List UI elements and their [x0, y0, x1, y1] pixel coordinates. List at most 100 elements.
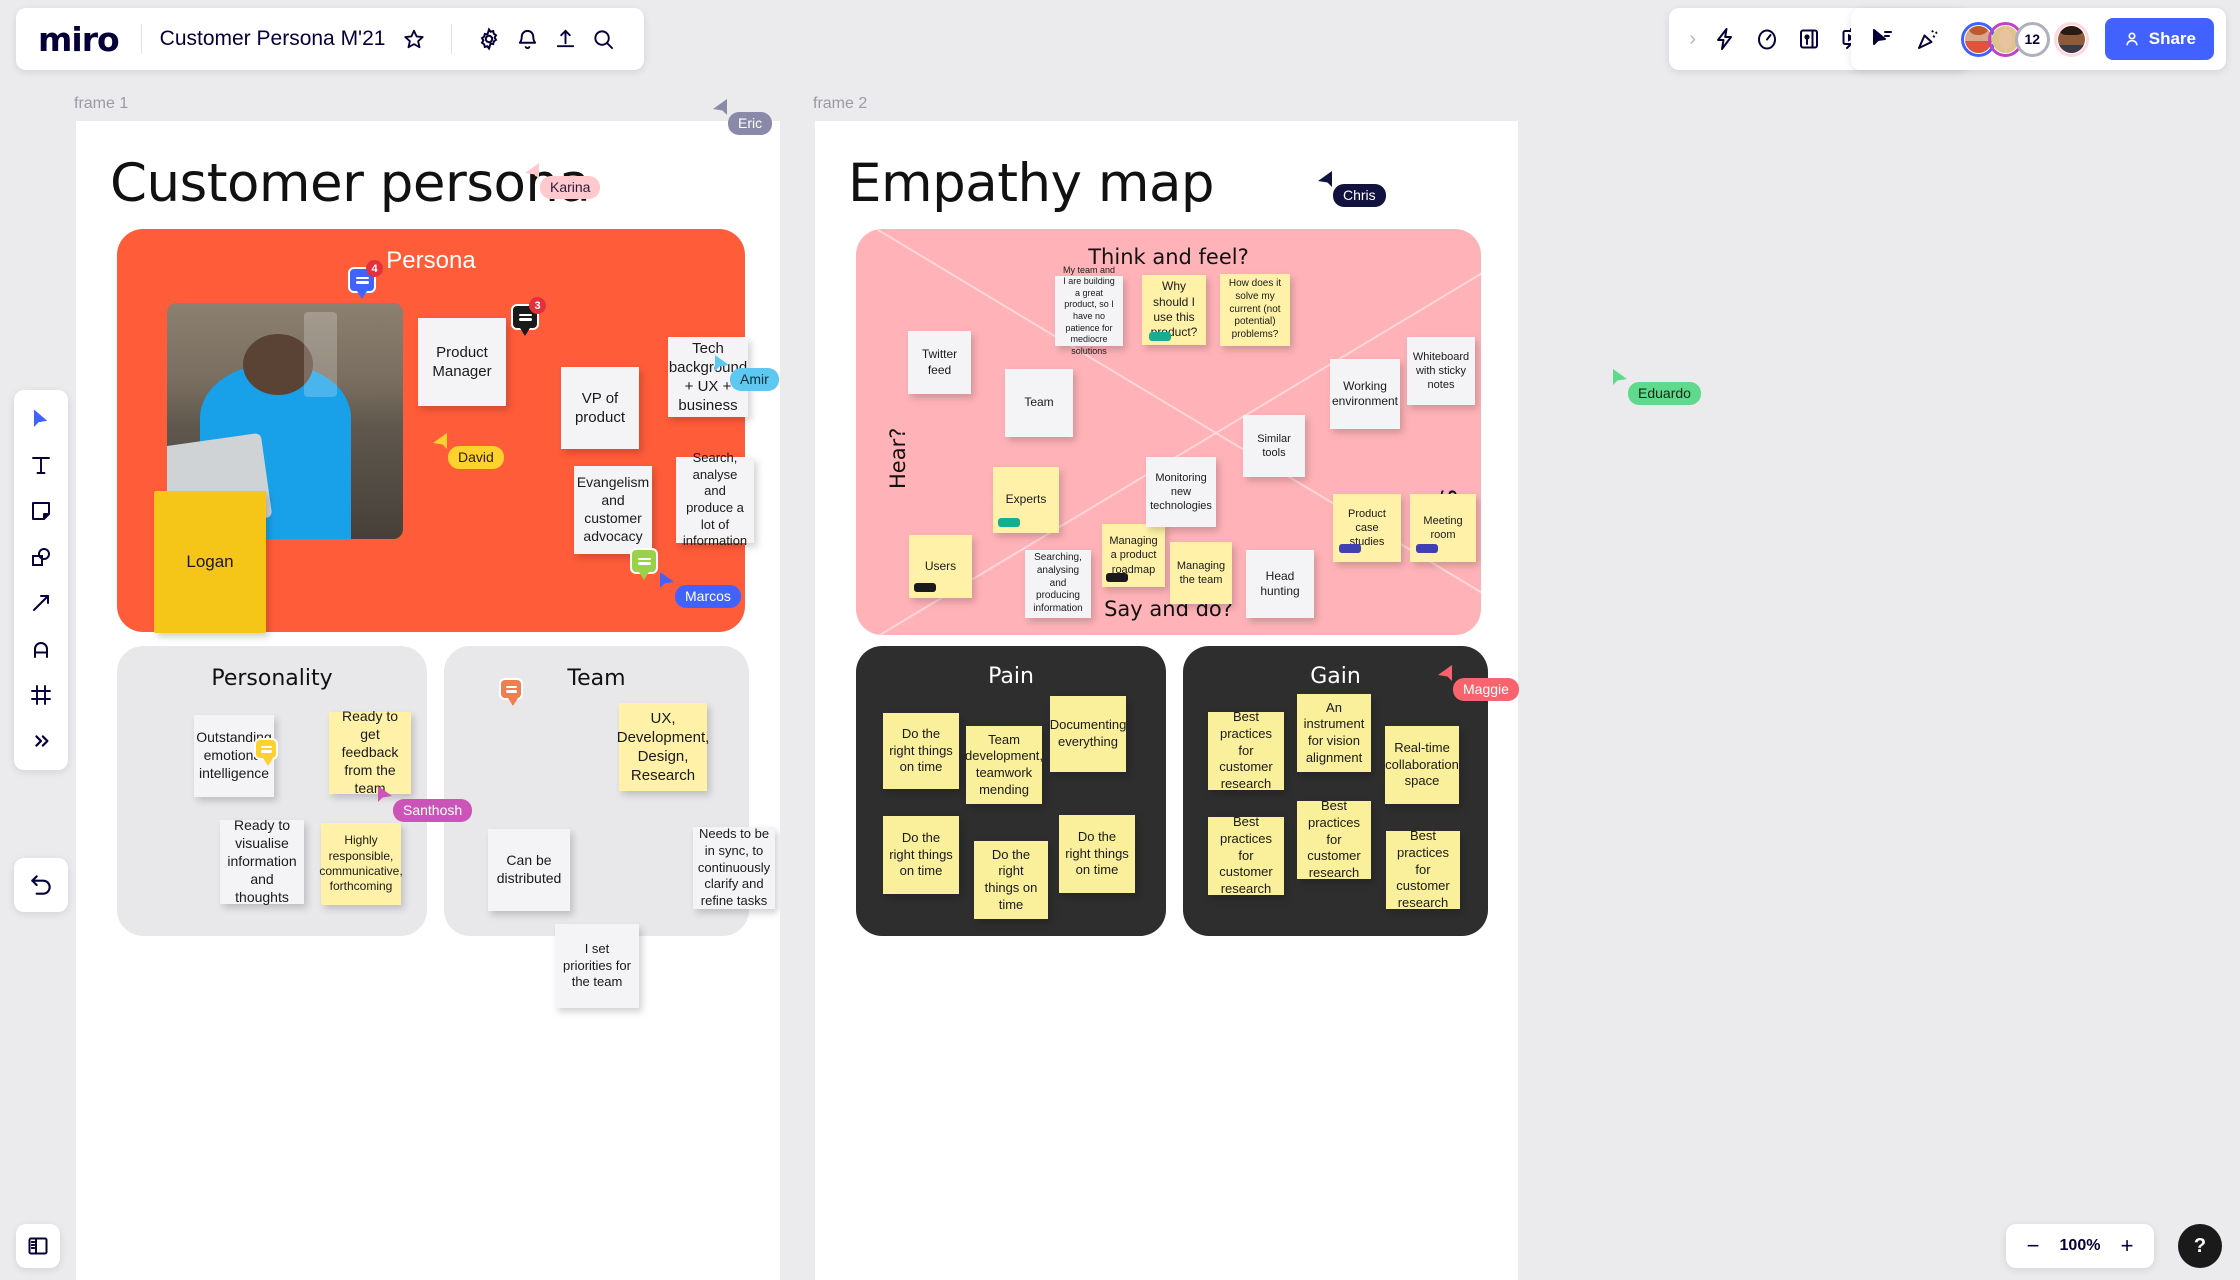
chevron-double-right-icon: [35, 735, 49, 747]
avatar-current-user[interactable]: [2053, 21, 2089, 57]
comment-pin-1[interactable]: 4: [348, 260, 383, 299]
gain-note-5[interactable]: Best practices for customer research: [1297, 798, 1371, 880]
pain-note-3[interactable]: Documenting everything: [1050, 696, 1126, 772]
note-working-environment[interactable]: Working environment: [1330, 359, 1400, 429]
note-can-be-distributed[interactable]: Can be distributed: [488, 829, 570, 911]
panel-toggle-button[interactable]: [16, 1224, 60, 1268]
comment-icon[interactable]: [499, 678, 523, 706]
top-toolbar-left: miro Customer Persona M'21: [16, 8, 645, 70]
gain-note-3[interactable]: Real-time collaboration space: [1385, 726, 1459, 804]
undo-button[interactable]: [14, 858, 68, 912]
gain-note-4[interactable]: Best practices for customer research: [1208, 814, 1284, 896]
note-head-hunting[interactable]: Head hunting: [1246, 550, 1314, 618]
frame-customer-persona[interactable]: Customer persona Persona Logan Product M…: [76, 121, 780, 1280]
note-searching-analysing[interactable]: Searching, analysing and producing infor…: [1025, 550, 1091, 618]
frame-label-1: frame 1: [74, 95, 129, 112]
gain-note-2[interactable]: An instrument for vision alignment: [1297, 694, 1371, 772]
bell-icon[interactable]: [508, 20, 546, 58]
section-gain[interactable]: Gain Best practices for customer researc…: [1183, 646, 1488, 936]
share-label: Share: [2148, 29, 2196, 48]
note-managing-the-team[interactable]: Managing the team: [1170, 542, 1232, 604]
comment-pin-3[interactable]: [630, 548, 658, 580]
note-team[interactable]: Team: [1005, 369, 1073, 437]
gain-note-6[interactable]: Best practices for customer research: [1386, 828, 1460, 910]
cursor-label: Santhosh: [393, 799, 473, 822]
persona-name-card[interactable]: Logan: [154, 491, 266, 633]
chip-users: [914, 583, 936, 592]
cursor-arrow-icon: [1438, 665, 1452, 681]
left-toolbar: [14, 390, 68, 770]
note-evangelism[interactable]: Evangelism and customer advocacy: [574, 466, 652, 554]
help-button[interactable]: ?: [2178, 1224, 2222, 1268]
avatar-overflow-count[interactable]: 12: [2014, 21, 2050, 57]
empathy-quadrant-card[interactable]: Think and feel? Hear? See? Say and do? M…: [856, 229, 1481, 635]
cursor-arrow-icon: [715, 355, 729, 371]
frame-tool[interactable]: [19, 674, 63, 716]
note-needs-in-sync[interactable]: Needs to be in sync, to continuously cla…: [693, 826, 775, 909]
more-tools[interactable]: [19, 720, 63, 762]
gear-icon[interactable]: [470, 20, 508, 58]
share-button[interactable]: Share: [2104, 18, 2214, 60]
note-highly-responsible[interactable]: Highly responsible, communicative, forth…: [319, 823, 403, 905]
zoom-out-button[interactable]: −: [2022, 1235, 2044, 1257]
section-pain[interactable]: Pain Do the right things on time Team de…: [856, 646, 1166, 936]
board-title[interactable]: Customer Persona M'21: [160, 27, 386, 51]
gain-note-1[interactable]: Best practices for customer research: [1208, 709, 1284, 791]
pen-tool[interactable]: [19, 628, 63, 670]
comment-pin-5[interactable]: [499, 678, 523, 706]
frame-icon: [31, 685, 51, 705]
comment-pin-4[interactable]: [254, 738, 278, 766]
note-search-analyse[interactable]: Search, analyse and produce a lot of inf…: [676, 450, 754, 548]
bolt-icon[interactable]: [1706, 20, 1744, 58]
upload-icon[interactable]: [546, 20, 584, 58]
note-how-does-it-solve[interactable]: How does it solve my current (not potent…: [1220, 274, 1290, 346]
note-my-team-and-i[interactable]: My team and I are building a great produ…: [1055, 265, 1123, 356]
person-icon: [2126, 32, 2138, 46]
zoom-level[interactable]: 100%: [2058, 1237, 2102, 1255]
note-ready-feedback[interactable]: Ready to get feedback from the team: [329, 708, 411, 796]
section-title-team: Team: [567, 666, 626, 691]
section-title-pain: Pain: [988, 664, 1034, 689]
cursor-arrow-icon: [660, 572, 674, 588]
section-team[interactable]: Team Can be distributed UX, Development,…: [444, 646, 775, 1008]
star-icon[interactable]: [395, 20, 433, 58]
note-similar-tools[interactable]: Similar tools: [1243, 415, 1305, 477]
note-whiteboard-stickies[interactable]: Whiteboard with sticky notes: [1407, 337, 1475, 405]
comment-icon[interactable]: [254, 738, 278, 766]
frame-empathy-map[interactable]: Empathy map Think and feel? Hear? See? S…: [815, 121, 1518, 1280]
arrow-icon: [33, 595, 49, 611]
pain-note-6[interactable]: Do the right things on time: [1059, 815, 1135, 893]
connector-tool[interactable]: [19, 582, 63, 624]
comment-pin-2[interactable]: 3: [511, 297, 546, 336]
zoom-in-button[interactable]: +: [2116, 1235, 2138, 1257]
note-twitter-feed[interactable]: Twitter feed: [908, 331, 971, 394]
cursor-select-icon[interactable]: [1863, 20, 1901, 58]
timer-icon[interactable]: [1748, 20, 1786, 58]
shapes-tool[interactable]: [19, 536, 63, 578]
divider: [140, 24, 142, 54]
pain-note-2[interactable]: Team development, teamwork mending: [965, 726, 1043, 804]
comment-count-badge: 4: [366, 260, 383, 277]
collaborator-avatars[interactable]: 12: [1960, 21, 2089, 57]
note-monitoring-technologies[interactable]: Monitoring new technologies: [1146, 457, 1216, 527]
select-tool[interactable]: [19, 398, 63, 440]
shapes-icon: [32, 548, 50, 566]
chevron-right-icon[interactable]: ›: [1683, 28, 1702, 51]
note-set-priorities[interactable]: I set priorities for the team: [555, 924, 639, 1008]
miro-logo[interactable]: miro: [38, 23, 123, 56]
pain-note-5[interactable]: Do the right things on time: [974, 841, 1048, 919]
text-tool[interactable]: [19, 444, 63, 486]
card-icon[interactable]: [1790, 20, 1828, 58]
comment-icon[interactable]: [630, 548, 658, 580]
note-product-manager[interactable]: Product Manager: [418, 318, 506, 406]
frame-label-2: frame 2: [813, 95, 868, 112]
note-ux-development[interactable]: UX, Development, Design, Research: [617, 703, 709, 791]
pain-note-1[interactable]: Do the right things on time: [883, 713, 959, 789]
cursor-label: Karina: [540, 176, 601, 199]
pain-note-4[interactable]: Do the right things on time: [883, 816, 959, 894]
search-icon[interactable]: [584, 20, 622, 58]
celebrate-icon[interactable]: [1909, 20, 1947, 58]
note-ready-visualise[interactable]: Ready to visualise information and thoug…: [220, 817, 304, 905]
sticky-note-tool[interactable]: [19, 490, 63, 532]
note-vp-of-product[interactable]: VP of product: [561, 367, 639, 449]
